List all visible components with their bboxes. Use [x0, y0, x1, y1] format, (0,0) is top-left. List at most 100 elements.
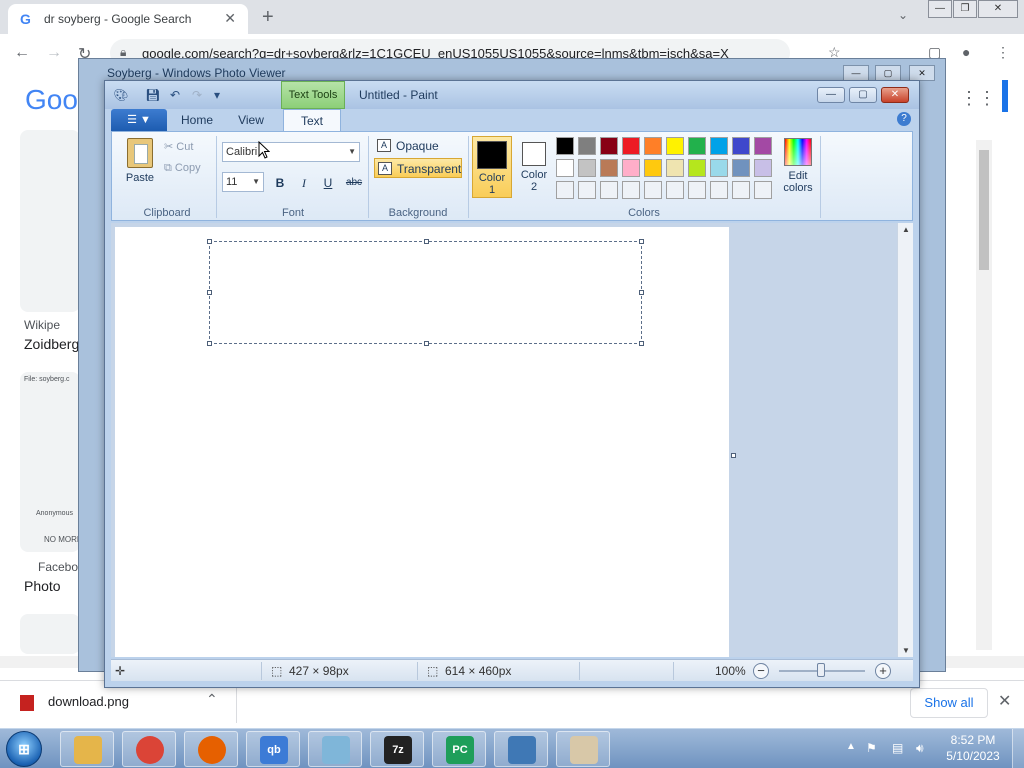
canvas-vertical-scrollbar[interactable]: ▲ ▼: [897, 223, 913, 657]
palette-swatch[interactable]: [622, 181, 640, 199]
back-arrow-icon[interactable]: ←: [14, 44, 30, 62]
taskbar-chrome[interactable]: [122, 731, 176, 767]
redo-icon[interactable]: ↷: [189, 87, 205, 103]
palette-swatch[interactable]: [578, 181, 596, 199]
italic-button[interactable]: I: [294, 172, 314, 192]
close-button[interactable]: ✕: [909, 65, 935, 81]
system-clock[interactable]: 8:52 PM 5/10/2023: [940, 732, 1006, 764]
palette-swatch[interactable]: [754, 137, 772, 155]
result-title[interactable]: Zoidberg: [24, 336, 79, 352]
underline-button[interactable]: U: [318, 172, 338, 192]
text-selection-box[interactable]: [207, 239, 644, 346]
start-button[interactable]: ⊞: [6, 731, 42, 767]
palette-swatch[interactable]: [622, 159, 640, 177]
zoom-slider-thumb[interactable]: [817, 663, 825, 677]
palette-swatch[interactable]: [600, 181, 618, 199]
action-center-flag-icon[interactable]: ⚑: [866, 741, 877, 755]
page-scrollbar[interactable]: [976, 140, 992, 650]
palette-swatch[interactable]: [644, 137, 662, 155]
palette-swatch[interactable]: [600, 137, 618, 155]
palette-swatch[interactable]: [732, 181, 750, 199]
taskbar-firefox[interactable]: [184, 731, 238, 767]
minimize-button[interactable]: —: [817, 87, 845, 103]
resize-handle[interactable]: [207, 239, 212, 244]
taskbar-qbittorrent[interactable]: qb: [246, 731, 300, 767]
palette-swatch[interactable]: [754, 159, 772, 177]
edit-colors-button[interactable]: Edit colors: [780, 138, 816, 194]
image-result-card[interactable]: [20, 130, 80, 312]
resize-handle[interactable]: [207, 290, 212, 295]
google-apps-grid-icon[interactable]: ⋮⋮: [960, 88, 996, 109]
tab-home[interactable]: Home: [173, 109, 221, 131]
palette-swatch[interactable]: [666, 137, 684, 155]
transparent-option[interactable]: A Transparent: [374, 158, 462, 178]
palette-swatch[interactable]: [710, 137, 728, 155]
taskbar-photo-viewer[interactable]: [494, 731, 548, 767]
maximize-button[interactable]: ▢: [849, 87, 877, 103]
show-all-button[interactable]: Show all: [910, 688, 988, 718]
google-logo[interactable]: Goo: [25, 84, 78, 116]
palette-swatch[interactable]: [578, 159, 596, 177]
palette-swatch[interactable]: [578, 137, 596, 155]
scroll-up-icon[interactable]: ▲: [902, 225, 910, 234]
minimize-button[interactable]: —: [843, 65, 869, 81]
palette-swatch[interactable]: [688, 159, 706, 177]
customize-qat-icon[interactable]: ▾: [209, 87, 225, 103]
palette-swatch[interactable]: [710, 181, 728, 199]
tab-view[interactable]: View: [227, 109, 275, 131]
save-icon[interactable]: 💾︎: [145, 87, 161, 103]
show-desktop-button[interactable]: [1012, 729, 1024, 768]
paint-app-icon[interactable]: 🎨︎: [113, 87, 129, 103]
copy-button[interactable]: ⧉ Copy: [164, 162, 201, 175]
close-tab-icon[interactable]: ✕: [224, 10, 236, 27]
color1-button[interactable]: Color 1: [472, 136, 512, 198]
palette-swatch[interactable]: [622, 137, 640, 155]
help-icon[interactable]: ?: [897, 112, 911, 126]
palette-swatch[interactable]: [688, 137, 706, 155]
opaque-option[interactable]: A Opaque: [374, 136, 466, 156]
palette-swatch[interactable]: [556, 181, 574, 199]
chrome-menu-icon[interactable]: ⋮: [996, 44, 1010, 61]
paste-button[interactable]: Paste: [120, 138, 160, 192]
chevron-up-icon[interactable]: ⌃: [206, 691, 218, 708]
taskbar-pycharm[interactable]: PC: [432, 731, 486, 767]
font-family-dropdown[interactable]: Calibri ▼: [222, 142, 360, 162]
forward-arrow-icon[interactable]: →: [46, 44, 62, 62]
download-file-name[interactable]: download.png: [48, 694, 129, 709]
palette-swatch[interactable]: [600, 159, 618, 177]
taskbar-notepad[interactable]: [308, 731, 362, 767]
chrome-minimize-button[interactable]: —: [928, 0, 952, 18]
drawing-canvas[interactable]: [115, 227, 729, 657]
image-result-card[interactable]: [20, 614, 80, 654]
volume-icon[interactable]: 🔊︎: [916, 741, 924, 756]
bold-button[interactable]: B: [270, 172, 290, 192]
resize-handle[interactable]: [424, 239, 429, 244]
palette-swatch[interactable]: [688, 181, 706, 199]
chrome-restore-button[interactable]: ❐: [953, 0, 977, 18]
close-button[interactable]: ✕: [881, 87, 909, 103]
palette-swatch[interactable]: [754, 181, 772, 199]
palette-swatch[interactable]: [556, 137, 574, 155]
taskbar-7zip[interactable]: 7z: [370, 731, 424, 767]
resize-handle[interactable]: [639, 341, 644, 346]
maximize-button[interactable]: ▢: [875, 65, 901, 81]
scrollbar-thumb[interactable]: [979, 150, 989, 270]
palette-swatch[interactable]: [644, 159, 662, 177]
scroll-down-icon[interactable]: ▼: [902, 646, 910, 655]
profile-avatar-icon[interactable]: ●: [962, 44, 970, 60]
palette-swatch[interactable]: [666, 181, 684, 199]
palette-swatch[interactable]: [732, 137, 750, 155]
resize-handle[interactable]: [207, 341, 212, 346]
new-tab-button[interactable]: +: [262, 6, 274, 29]
taskbar-paint[interactable]: [556, 731, 610, 767]
canvas-resize-handle[interactable]: [731, 453, 736, 458]
chrome-close-button[interactable]: ✕: [978, 0, 1018, 18]
palette-swatch[interactable]: [710, 159, 728, 177]
result-title[interactable]: Photo: [24, 578, 61, 594]
close-icon[interactable]: ✕: [998, 691, 1011, 711]
undo-icon[interactable]: ↶: [167, 87, 183, 103]
tray-expand-icon[interactable]: ▲: [846, 741, 856, 752]
palette-swatch[interactable]: [556, 159, 574, 177]
taskbar-file-explorer[interactable]: [60, 731, 114, 767]
font-size-dropdown[interactable]: 11 ▼: [222, 172, 264, 192]
